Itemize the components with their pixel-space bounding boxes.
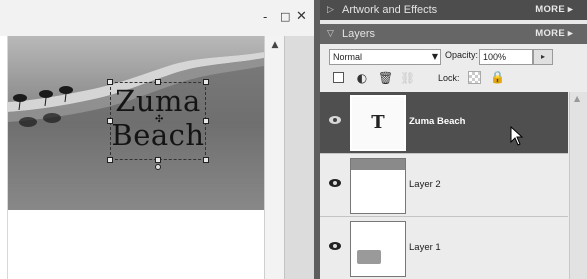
text-layer-t-icon: T (371, 112, 385, 133)
scroll-up-arrow-icon[interactable]: ▲ (574, 94, 580, 103)
collapsed-triangle-icon[interactable]: ▷ (327, 0, 334, 20)
opacity-label: Opacity: (445, 50, 479, 60)
chevron-down-icon[interactable]: ▼ (432, 50, 438, 64)
image-canvas[interactable]: Zuma Beach ✣ (8, 36, 264, 210)
artwork-effects-header[interactable]: ▷ Artwork and Effects MORE ▸ (320, 0, 587, 20)
visibility-toggle[interactable] (320, 92, 348, 153)
rotation-center-icon[interactable]: ✣ (155, 114, 163, 125)
layer-name: Layer 1 (409, 242, 441, 253)
layer-name: Layer 2 (409, 179, 441, 190)
layers-title: Layers (342, 28, 376, 40)
opacity-slider-button[interactable]: ▸ (533, 49, 553, 65)
document-left-edge (0, 36, 8, 279)
new-layer-icon[interactable] (333, 72, 344, 83)
artwork-more-button[interactable]: MORE ▸ (535, 0, 573, 20)
artwork-effects-title: Artwork and Effects (342, 4, 438, 16)
transform-handle-bottom-right[interactable] (203, 157, 209, 163)
document-titlebar: - □ ✕ (0, 0, 320, 36)
layer-row-zuma-beach[interactable]: T Zuma Beach (320, 92, 568, 154)
minimize-button[interactable]: - (263, 10, 267, 24)
lock-transparent-pixels-icon[interactable] (468, 71, 481, 84)
expanded-triangle-icon[interactable]: ▽ (327, 24, 334, 44)
canvas-background (8, 210, 264, 279)
lock-all-icon[interactable]: 🔒 (490, 70, 505, 84)
rotate-handle[interactable] (155, 164, 161, 170)
layer-thumbnail (350, 158, 406, 214)
layers-scrollbar[interactable]: ▲ (569, 92, 587, 279)
lock-label: Lock: (438, 73, 460, 83)
layers-more-button[interactable]: MORE ▸ (535, 24, 573, 44)
editor-workspace: - □ ✕ Zuma Beach ✣ ▲ ▷ Artwork and Effec… (0, 0, 587, 279)
layers-toolbar: Normal ▼ Opacity: 100% ▸ ◐ 🗑 ⛓ Lock: 🔒 (320, 44, 587, 92)
adjustment-layer-icon[interactable]: ◐ (355, 71, 369, 85)
transform-handle-bottom-left[interactable] (107, 157, 113, 163)
opacity-input[interactable]: 100% (479, 49, 533, 65)
visibility-toggle[interactable] (320, 218, 348, 279)
eye-icon[interactable] (329, 242, 341, 250)
panel-bin: ▷ Artwork and Effects MORE ▸ ▽ Layers MO… (320, 0, 587, 279)
link-layers-icon[interactable]: ⛓ (400, 71, 415, 85)
scroll-up-arrow-icon[interactable]: ▲ (268, 38, 282, 52)
layer-thumbnail (350, 221, 406, 277)
visibility-toggle[interactable] (320, 155, 348, 216)
layer-name: Zuma Beach (409, 116, 466, 127)
blend-mode-select[interactable]: Normal ▼ (329, 49, 441, 65)
document-window: - □ ✕ Zuma Beach ✣ ▲ (0, 0, 320, 279)
layer-row-layer-1[interactable]: Layer 1 (320, 218, 568, 279)
thumbnail-content (351, 159, 405, 170)
blend-mode-value: Normal (333, 52, 363, 62)
trash-icon[interactable]: 🗑 (378, 71, 393, 85)
layer-thumbnail: T (350, 95, 406, 151)
close-button[interactable]: ✕ (296, 10, 307, 24)
eye-icon[interactable] (329, 179, 341, 187)
text-line-1: Zuma (115, 84, 201, 118)
layers-list: T Zuma Beach Layer 2 Layer 1 (320, 92, 587, 279)
thumbnail-content (357, 250, 381, 264)
eye-icon[interactable] (329, 116, 341, 124)
scrollbar-track[interactable] (284, 36, 314, 279)
vertical-scrollbar[interactable] (264, 36, 314, 279)
maximize-button[interactable]: □ (280, 10, 290, 24)
layer-row-layer-2[interactable]: Layer 2 (320, 155, 568, 217)
transform-handle-bottom-center[interactable] (155, 157, 161, 163)
mouse-pointer-icon (510, 126, 524, 146)
layers-header[interactable]: ▽ Layers MORE ▸ (320, 24, 587, 44)
